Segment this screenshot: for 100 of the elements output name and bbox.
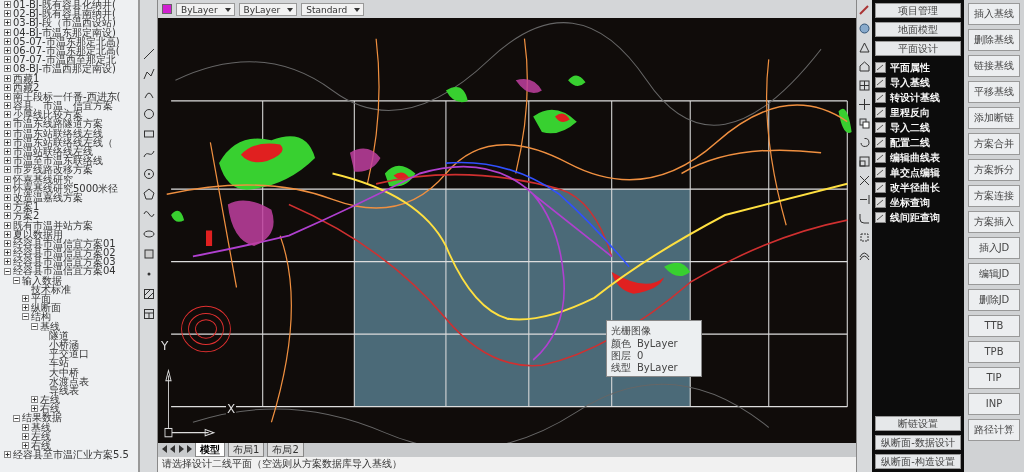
tree-item[interactable]: 市温东站联络线左线（ [13,137,113,147]
tree-item[interactable]: 纵断面 [31,303,61,313]
panel-tab-button[interactable]: 断链设置 [875,416,961,431]
panel-tab-button[interactable]: 平面设计 [875,41,961,56]
table-tool-icon[interactable] [142,308,155,320]
expand-toggle-icon[interactable] [22,304,29,312]
expand-toggle-icon[interactable] [4,19,11,27]
panel-tab-button[interactable]: 纵断面-数据设计 [875,435,961,450]
tree-item[interactable]: 03-BJ-段（市温西设站) [13,18,116,28]
expand-toggle-icon[interactable] [4,148,11,156]
command-button[interactable]: 插入JD [968,237,1020,259]
expand-toggle-icon[interactable] [31,405,38,413]
tree-item[interactable]: 04-BJ-市温东那定南设) [13,27,116,37]
tree-item[interactable]: 平交道口 [49,349,89,359]
layout-tab[interactable]: 模型 [195,443,225,457]
command-button[interactable]: 方案连接 [968,185,1020,207]
tree-item[interactable]: 输入数据 [22,275,62,285]
copy-icon[interactable] [859,118,870,129]
tree-item[interactable]: 基线 [31,422,51,432]
expand-toggle-icon[interactable] [22,442,29,450]
tree-item[interactable]: 大中桥 [49,367,79,377]
expand-toggle-icon[interactable] [4,102,11,110]
expand-toggle-icon[interactable] [4,157,11,165]
expand-toggle-icon[interactable] [4,10,11,18]
tree-item[interactable]: 导线表 [49,385,79,396]
dropdown-field[interactable]: ByLayer [176,2,235,16]
tool-menu-item[interactable]: 单交点编辑 [890,165,940,180]
hatch-tool-icon[interactable] [142,288,155,300]
expand-toggle-icon[interactable] [4,166,11,174]
dropdown-field[interactable]: Standard [301,2,365,16]
curve-tool-icon[interactable] [142,148,155,160]
tree-item[interactable]: 左线 [40,395,60,405]
tool-menu-item[interactable]: 转设计基线 [890,90,940,105]
panel-tab-button[interactable]: 地面模型 [875,22,961,37]
rotate-icon[interactable] [859,137,870,148]
triangle-icon[interactable] [859,42,870,53]
collapse-toggle-icon[interactable] [4,267,11,275]
tree-item[interactable]: 结构 [31,312,51,322]
tree-item[interactable]: 平面 [31,294,51,304]
tree-item[interactable]: 怀嘉基线研究5000米径 [13,183,119,193]
scale-icon[interactable] [859,156,870,167]
tree-item[interactable]: 右线 [31,441,51,451]
expand-toggle-icon[interactable] [4,47,11,55]
expand-toggle-icon[interactable] [4,230,11,238]
tree-item[interactable]: 南王段标一仟番-西进东( [13,91,121,102]
tool-menu-item[interactable]: 里程反向 [890,105,930,120]
expand-toggle-icon[interactable] [4,83,11,91]
polygon-tool-icon[interactable] [142,188,155,200]
expand-toggle-icon[interactable] [4,138,11,146]
tab-navigation-icon[interactable] [162,445,192,453]
dropdown-field[interactable]: ByLayer [238,2,298,16]
rectangle-tool-icon[interactable] [142,128,155,140]
expand-toggle-icon[interactable] [4,74,11,82]
expand-toggle-icon[interactable] [31,396,38,404]
tree-item[interactable]: 02-BJ-既有容县南纳井( [13,9,116,19]
expand-toggle-icon[interactable] [4,120,11,128]
expand-toggle-icon[interactable] [4,56,11,64]
spline-tool-icon[interactable] [142,208,155,220]
expand-toggle-icon[interactable] [4,258,11,266]
polyline-tool-icon[interactable] [142,68,155,80]
tree-item[interactable]: 既有市温并站方案 [13,220,93,230]
command-button[interactable]: TPB [968,341,1020,363]
line-tool-icon[interactable] [142,48,155,60]
target-tool-icon[interactable] [142,168,155,180]
offset-icon[interactable] [859,251,870,262]
command-button[interactable]: 方案拆分 [968,159,1020,181]
tree-item[interactable]: 经容县市温信宜方案01 [13,238,116,249]
extend-icon[interactable] [859,194,870,205]
command-button[interactable]: 删除JD [968,289,1020,311]
command-button[interactable]: INP [968,393,1020,415]
move-icon[interactable] [859,99,870,110]
tool-menu-item[interactable]: 平面属性 [890,60,930,75]
tree-item[interactable]: 07-07-市温西至那定北 [13,55,116,65]
command-button[interactable]: 删除基线 [968,29,1020,51]
expand-toggle-icon[interactable] [4,65,11,73]
command-button[interactable]: 方案插入 [968,211,1020,233]
tool-menu-item[interactable]: 线间距查询 [890,210,940,225]
tree-item[interactable]: 左线 [31,431,51,441]
expand-toggle-icon[interactable] [4,194,11,202]
tree-item[interactable]: 西藏1 [13,73,40,83]
layout-tab[interactable]: 布局2 [267,443,304,457]
expand-toggle-icon[interactable] [4,239,11,247]
expand-toggle-icon[interactable] [4,28,11,36]
fillet-icon[interactable] [859,213,870,224]
panel-tab-button[interactable]: 项目管理 [875,3,961,18]
collapse-toggle-icon[interactable] [22,313,29,321]
tool-menu-item[interactable]: 配置二线 [890,135,930,150]
tree-item[interactable]: 方案1 [13,202,40,212]
tree-item[interactable]: 容县、市温、信宜方案 [13,101,113,111]
tree-item[interactable]: 怀嘉基线研究 [13,174,73,184]
layout-tab[interactable]: 布局1 [228,443,265,457]
tree-item[interactable]: 隧道 [49,330,69,340]
panel-tab-button[interactable]: 纵断面-构造设置 [875,454,961,469]
ellipse-tool-icon[interactable] [142,228,155,240]
expand-toggle-icon[interactable] [4,212,11,220]
expand-toggle-icon[interactable] [4,451,11,459]
tree-item[interactable]: 技术标准 [31,284,71,294]
tree-item[interactable]: 水渡点表 [49,376,89,386]
tree-item[interactable]: 市罗线路改移方案 [13,165,93,175]
tree-item[interactable]: 方案2 [13,211,40,221]
